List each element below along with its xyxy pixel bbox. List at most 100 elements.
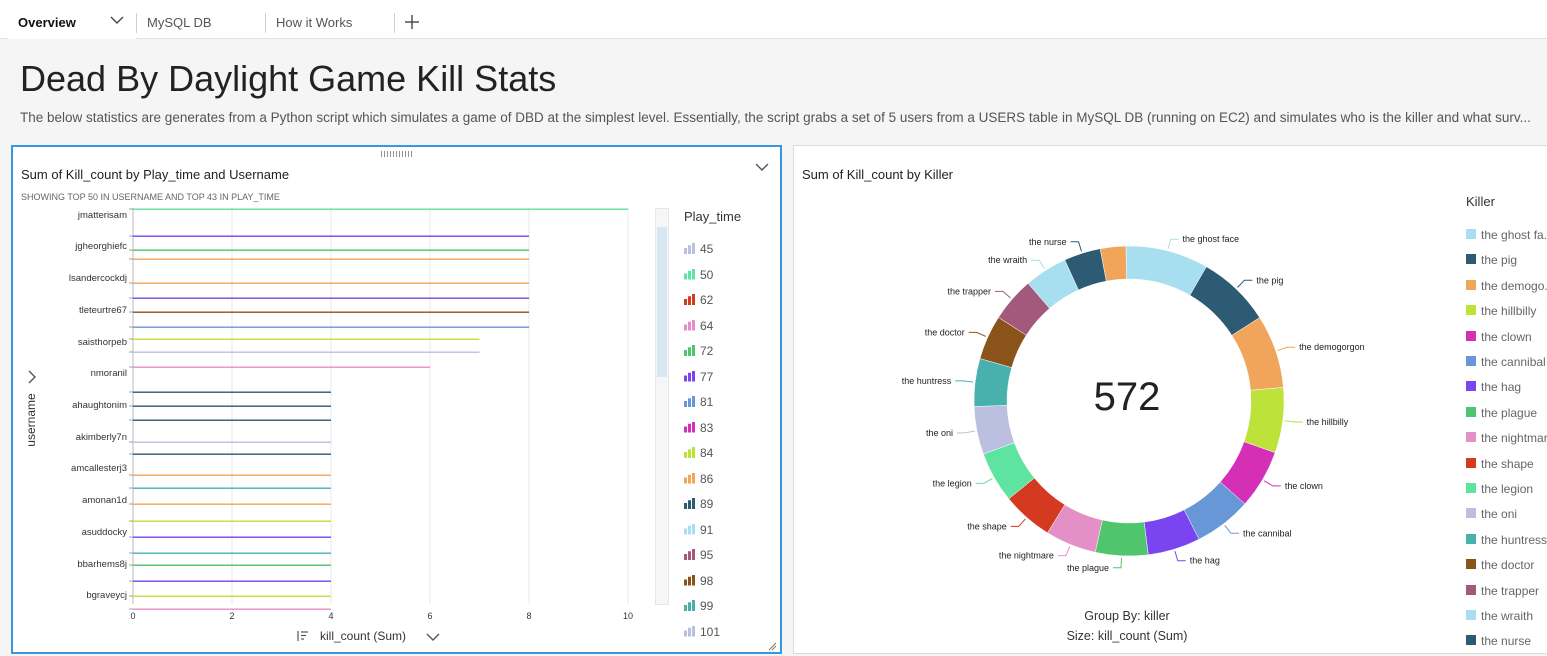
legend-bar-icon (684, 600, 695, 611)
donut-leader-line (1113, 557, 1122, 569)
legend-scrollbar-track[interactable] (655, 208, 669, 605)
bar[interactable] (133, 503, 331, 505)
bar[interactable] (133, 419, 331, 421)
legend-bar-icon (684, 243, 695, 254)
donut-leader-line (1224, 525, 1239, 534)
bar[interactable] (133, 564, 331, 566)
legend-bar-icon (684, 625, 695, 637)
tab-divider (394, 13, 395, 33)
bar-chart-visual[interactable]: Sum of Kill_count by Play_time and Usern… (11, 145, 782, 654)
legend-label: 77 (700, 369, 714, 384)
sort-icon[interactable] (295, 630, 309, 642)
bar[interactable] (133, 351, 480, 353)
legend-label: the legion (1481, 482, 1534, 496)
total-value: 572 (1093, 375, 1161, 419)
bar[interactable] (133, 249, 529, 251)
x-axis-title[interactable]: kill_count (Sum) (320, 629, 406, 643)
legend-bar-icon (684, 549, 695, 560)
tab-bar: Overview MySQL DB How it Works (0, 0, 1547, 39)
bar[interactable] (133, 552, 331, 554)
legend-swatch (1466, 279, 1476, 290)
legend-title: Play_time (684, 209, 742, 224)
bar[interactable] (133, 311, 529, 313)
legend-swatch (1466, 635, 1476, 646)
bar[interactable] (133, 326, 529, 328)
donut-leader-line (994, 290, 1011, 299)
legend-scrollbar-thumb[interactable] (657, 227, 667, 377)
legend-label: 86 (700, 471, 714, 486)
legend-label: 101 (700, 624, 721, 639)
donut-slice-label: the demogorgon (1299, 342, 1365, 352)
bar[interactable] (133, 366, 430, 368)
add-tab-icon[interactable] (404, 14, 420, 30)
donut-slice-label: the clown (1285, 481, 1323, 491)
tab-divider (136, 13, 137, 33)
legend-swatch (1466, 508, 1476, 519)
x-tick-label: 4 (328, 611, 333, 621)
legend-title: Killer (1466, 194, 1495, 209)
resize-handle-icon[interactable] (767, 641, 777, 651)
donut-slice[interactable] (1243, 387, 1285, 454)
bar[interactable] (133, 258, 529, 260)
donut-leader-line (1031, 259, 1045, 269)
tab-how-it-works[interactable]: How it Works (276, 0, 352, 38)
chevron-down-icon[interactable] (426, 632, 440, 642)
legend-label: 81 (700, 395, 714, 409)
legend-label: 84 (700, 446, 714, 460)
donut-slice[interactable] (1094, 519, 1149, 557)
bar[interactable] (133, 338, 480, 340)
chevron-down-icon[interactable] (755, 162, 769, 172)
bar[interactable] (133, 391, 331, 393)
chevron-down-icon[interactable] (110, 15, 124, 25)
legend-swatch (1466, 533, 1476, 544)
legend-swatch (1466, 381, 1476, 392)
legend-bar-icon (684, 294, 695, 305)
tab-mysql-db[interactable]: MySQL DB (147, 0, 212, 38)
legend-label: the trapper (1481, 583, 1540, 598)
donut-leader-line (957, 430, 975, 434)
bar-plot-area[interactable]: 0 2 4 6 8 10 (13, 147, 653, 637)
bar[interactable] (133, 608, 331, 610)
bar[interactable] (133, 453, 331, 455)
legend-label: 45 (700, 242, 714, 256)
bar[interactable] (133, 297, 529, 299)
legend-bar-icon (684, 523, 695, 535)
legend-label: the demogo... (1481, 278, 1547, 293)
bar[interactable] (133, 595, 331, 597)
donut-slice-label: the trapper (947, 286, 991, 296)
legend-bar-icon (684, 447, 695, 458)
bar[interactable] (133, 487, 331, 489)
bar[interactable] (133, 441, 331, 443)
donut-leader-line (1284, 420, 1303, 423)
legend-label: the cannibal (1481, 355, 1546, 369)
bar[interactable] (133, 282, 529, 284)
x-tick-label: 0 (130, 611, 135, 621)
legend-label: the wraith (1481, 609, 1534, 623)
legend-bar-icon (684, 345, 695, 356)
donut-slice-label: the huntress (902, 376, 952, 386)
tab-overview[interactable]: Overview (18, 0, 76, 38)
bar[interactable] (133, 536, 331, 538)
active-tab-indicator (8, 36, 136, 39)
bar[interactable] (133, 405, 331, 407)
bar[interactable] (133, 208, 628, 210)
donut-chart-visual[interactable]: Sum of Kill_count by Killer the ghost fa… (793, 145, 1547, 654)
legend-label: the pig (1481, 253, 1518, 268)
bar[interactable] (133, 580, 331, 582)
legend-bar-icon (684, 319, 695, 331)
bar[interactable] (133, 474, 331, 476)
legend-label: the hillbilly (1481, 304, 1537, 319)
legend-swatch (1466, 483, 1476, 493)
donut-slice-label: the cannibal (1243, 528, 1292, 538)
bar[interactable] (133, 520, 331, 522)
legend-swatch (1466, 432, 1476, 443)
legend-label: 91 (700, 522, 714, 537)
legend-swatch (1466, 457, 1476, 468)
legend-label: the doctor (1481, 558, 1535, 573)
donut-leader-line (975, 477, 993, 484)
legend-swatch (1466, 229, 1476, 239)
bar[interactable] (133, 235, 529, 237)
donut-leader-line (1057, 546, 1071, 557)
donut-slice-label: the wraith (988, 255, 1027, 265)
legend-bar-icon (684, 574, 695, 586)
